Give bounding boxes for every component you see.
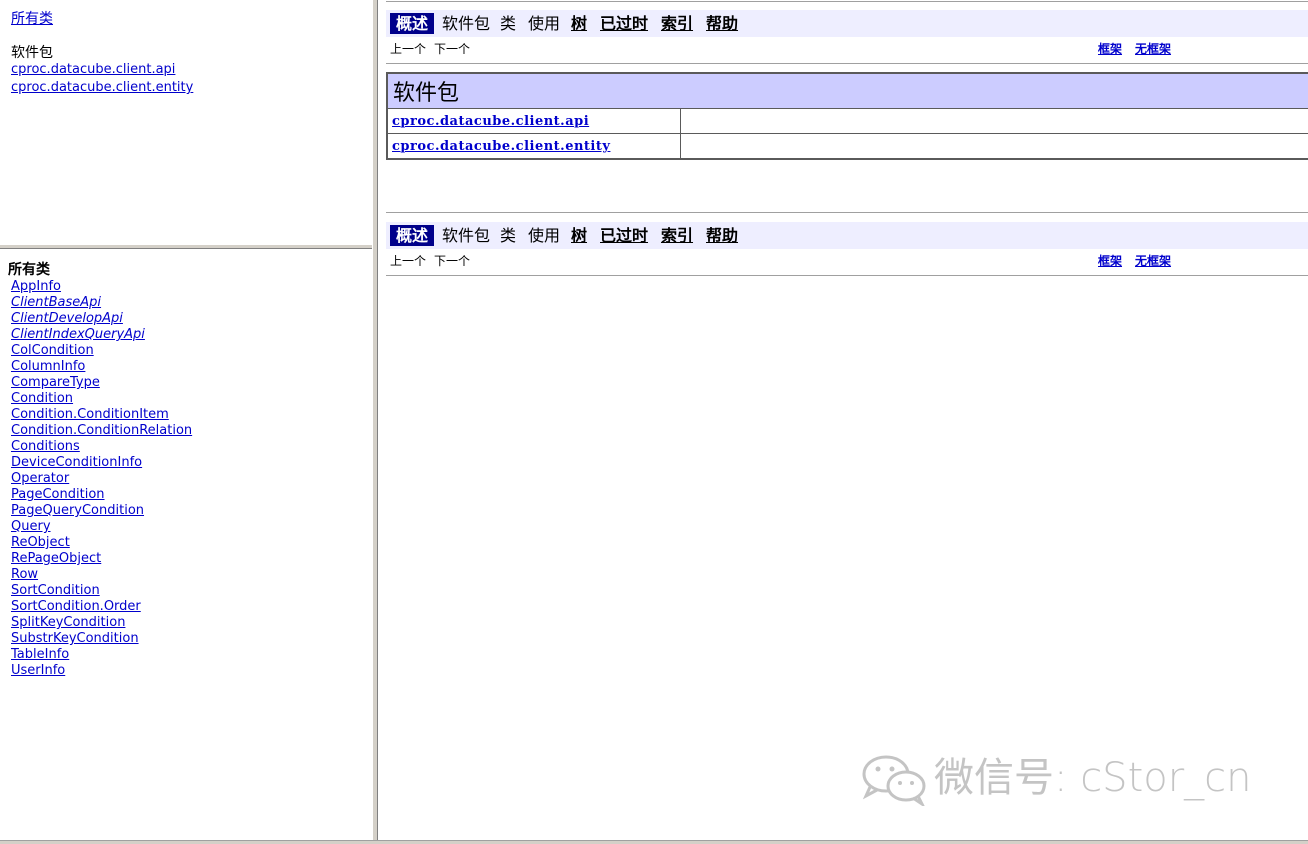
class-link[interactable]: Row [11, 567, 192, 583]
nav-index-link[interactable]: 索引 [661, 13, 693, 34]
no-frames-link[interactable]: 无框架 [1135, 40, 1171, 57]
watermark: 微信号: cStor_cn [860, 752, 1252, 809]
class-link[interactable]: SubstrKeyCondition [11, 631, 192, 647]
class-link[interactable]: PageCondition [11, 487, 192, 503]
table-row: cproc.datacube.client.api [386, 108, 1308, 134]
nav-help-link[interactable]: 帮助 [706, 13, 738, 34]
class-link[interactable]: RePageObject [11, 551, 192, 567]
nav-class: 类 [500, 226, 517, 245]
nav-class: 类 [500, 14, 517, 33]
prev-label: 上一个 [390, 42, 427, 56]
class-link[interactable]: ClientDevelopApi [11, 311, 192, 327]
package-list-frame: 所有类 软件包 cproc.datacube.client.api cproc.… [0, 0, 372, 244]
class-link[interactable]: Conditions [11, 439, 192, 455]
nav-use: 使用 [528, 226, 561, 245]
table-cell-description [680, 133, 1308, 160]
classes-heading: 所有类 [8, 262, 50, 278]
bottom-navbar: 概述 软件包 类 使用 树 已过时 索引 帮助 [386, 222, 1308, 249]
watermark-text: 微信号: cStor_cn [934, 755, 1252, 801]
nav-overview-current: 概述 [390, 225, 435, 246]
nav-index-link[interactable]: 索引 [661, 225, 693, 246]
class-link[interactable]: DeviceConditionInfo [11, 455, 192, 471]
bottom-rule [386, 275, 1308, 276]
nav-help-link[interactable]: 帮助 [706, 225, 738, 246]
next-label: 下一个 [434, 254, 471, 268]
class-link[interactable]: PageQueryCondition [11, 503, 192, 519]
nav-deprecated-link[interactable]: 已过时 [600, 13, 648, 34]
class-list-frame: 所有类 AppInfo ClientBaseApi ClientDevelopApi… [0, 249, 372, 840]
class-link[interactable]: TableInfo [11, 647, 192, 663]
package-list: cproc.datacube.client.api cproc.datacube… [11, 61, 193, 97]
package-table-link-entity[interactable]: cproc.datacube.client.entity [392, 139, 610, 154]
package-link-api[interactable]: cproc.datacube.client.api [11, 61, 193, 79]
class-link[interactable]: ClientIndexQueryApi [11, 327, 192, 343]
packages-table-heading: 软件包 [386, 72, 1308, 109]
class-list: AppInfo ClientBaseApi ClientDevelopApi Clie… [11, 279, 192, 679]
class-link[interactable]: Condition.ConditionItem [11, 407, 192, 423]
packages-heading: 软件包 [11, 45, 53, 61]
prev-label: 上一个 [390, 254, 427, 268]
package-link-entity[interactable]: cproc.datacube.client.entity [11, 79, 193, 97]
table-cell-package: cproc.datacube.client.entity [386, 133, 681, 160]
class-link[interactable]: Operator [11, 471, 192, 487]
class-link[interactable]: ColCondition [11, 343, 192, 359]
nav-deprecated-link[interactable]: 已过时 [600, 225, 648, 246]
class-link[interactable]: Query [11, 519, 192, 535]
class-link[interactable]: SortCondition [11, 583, 192, 599]
table-cell-package: cproc.datacube.client.api [386, 108, 681, 134]
bottom-navbar-top-rule [386, 212, 1308, 213]
class-link[interactable]: SplitKeyCondition [11, 615, 192, 631]
nav-use: 使用 [528, 14, 561, 33]
frames-link[interactable]: 框架 [1098, 252, 1122, 269]
class-link[interactable]: Condition [11, 391, 192, 407]
nav-tree-link[interactable]: 树 [571, 13, 587, 34]
frames-link[interactable]: 框架 [1098, 40, 1122, 57]
navbar-rule [386, 63, 1308, 64]
nav-package: 软件包 [442, 14, 491, 33]
class-link[interactable]: Condition.ConditionRelation [11, 423, 192, 439]
class-link[interactable]: CompareType [11, 375, 192, 391]
window-bottom-edge [0, 840, 1308, 844]
class-link[interactable]: ColumnInfo [11, 359, 192, 375]
class-link[interactable]: AppInfo [11, 279, 192, 295]
wechat-icon [862, 755, 926, 809]
next-label: 下一个 [434, 42, 471, 56]
class-link[interactable]: ClientBaseApi [11, 295, 192, 311]
packages-table: 软件包 cproc.datacube.client.api cproc.data… [386, 72, 1308, 160]
nav-package: 软件包 [442, 226, 491, 245]
nav-overview-current: 概述 [390, 13, 435, 34]
main-content-frame: 概述 软件包 类 使用 树 已过时 索引 帮助 上一个 下一个 框架 无框架 软… [378, 0, 1308, 840]
table-row: cproc.datacube.client.entity [386, 133, 1308, 160]
table-cell-description [680, 108, 1308, 134]
top-rule [386, 1, 1308, 2]
package-table-link-api[interactable]: cproc.datacube.client.api [392, 114, 589, 129]
top-navbar: 概述 软件包 类 使用 树 已过时 索引 帮助 [386, 10, 1308, 37]
all-classes-link[interactable]: 所有类 [11, 8, 53, 28]
class-link[interactable]: SortCondition.Order [11, 599, 192, 615]
nav-tree-link[interactable]: 树 [571, 225, 587, 246]
no-frames-link[interactable]: 无框架 [1135, 252, 1171, 269]
class-link[interactable]: ReObject [11, 535, 192, 551]
class-link[interactable]: UserInfo [11, 663, 192, 679]
